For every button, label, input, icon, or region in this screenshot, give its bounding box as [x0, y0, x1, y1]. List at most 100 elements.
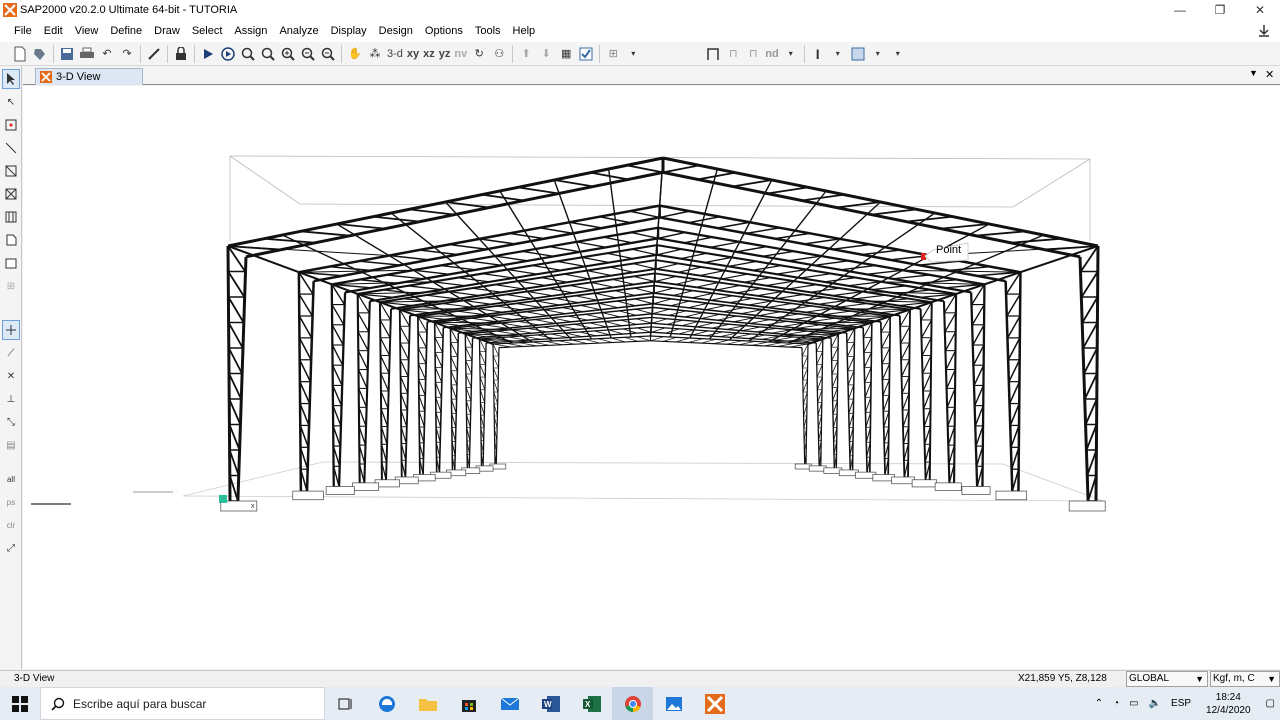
view-xy-button[interactable]: xy — [405, 48, 421, 60]
close-button[interactable]: ✕ — [1240, 0, 1280, 20]
section-cut-icon[interactable]: ⊞ — [603, 44, 623, 64]
clear-selection-icon[interactable]: clr — [2, 515, 20, 535]
chrome-icon[interactable] — [612, 687, 653, 720]
area-section-icon[interactable] — [848, 44, 868, 64]
snap-points-icon[interactable] — [2, 320, 20, 340]
draw-rect-area-icon[interactable] — [2, 253, 20, 273]
menu-edit[interactable]: Edit — [38, 20, 69, 42]
menu-file[interactable]: File — [8, 20, 38, 42]
check-icon[interactable] — [576, 44, 596, 64]
dropdown-arrow-icon[interactable]: ▾ — [828, 44, 848, 64]
menu-view[interactable]: View — [69, 20, 105, 42]
microsoft-store-icon[interactable] — [448, 687, 489, 720]
start-button[interactable] — [0, 687, 40, 720]
view-yz-button[interactable]: yz — [437, 48, 453, 60]
section-i-icon[interactable]: I — [808, 44, 828, 64]
zoom-restore-icon[interactable] — [258, 44, 278, 64]
draw-solid-icon[interactable]: ⊞ — [2, 276, 20, 296]
dropdown-arrow-icon[interactable]: ▾ — [888, 44, 908, 64]
excel-icon[interactable]: X — [571, 687, 612, 720]
menu-help[interactable]: Help — [507, 20, 542, 42]
menu-design[interactable]: Design — [373, 20, 419, 42]
dropdown-arrow-icon[interactable]: ▾ — [623, 44, 643, 64]
mail-icon[interactable] — [489, 687, 530, 720]
quick-draw-frame-icon[interactable] — [2, 161, 20, 181]
coordinate-system-select[interactable]: GLOBAL ▼ — [1126, 671, 1208, 687]
print-icon[interactable] — [77, 44, 97, 64]
run-analysis-icon[interactable] — [198, 44, 218, 64]
draw-secondary-beam-icon[interactable] — [2, 207, 20, 227]
zoom-in-icon[interactable] — [278, 44, 298, 64]
frame-release-icon[interactable]: ⊓ — [723, 44, 743, 64]
menu-draw[interactable]: Draw — [148, 20, 186, 42]
window-list-dropdown-icon[interactable]: ▼ — [1249, 68, 1258, 78]
rotate-icon[interactable]: ↻ — [469, 44, 489, 64]
structure-3d-view[interactable]: Point x — [23, 86, 1280, 669]
pan-icon[interactable]: ✋ — [345, 44, 365, 64]
file-explorer-icon[interactable] — [407, 687, 448, 720]
zoom-step-out-icon[interactable] — [318, 44, 338, 64]
zoom-out-icon[interactable] — [298, 44, 318, 64]
axis-icon[interactable]: ⁂ — [365, 44, 385, 64]
notifications-icon[interactable]: ▢ — [1266, 698, 1275, 709]
restore-button[interactable]: ❐ — [1200, 0, 1240, 20]
reshape-icon[interactable]: ↖ — [2, 92, 20, 112]
menu-analyze[interactable]: Analyze — [273, 20, 324, 42]
menu-display[interactable]: Display — [325, 20, 373, 42]
view-3d-button[interactable]: 3-d — [385, 48, 405, 60]
close-view-icon[interactable]: ✕ — [1265, 68, 1274, 81]
frame-moment-icon[interactable]: ⊓ — [743, 44, 763, 64]
menu-define[interactable]: Define — [104, 20, 148, 42]
chevron-up-icon[interactable]: ⌃ — [1095, 698, 1103, 709]
volume-icon[interactable]: 🔈 — [1149, 698, 1161, 709]
draw-frame-icon[interactable] — [2, 138, 20, 158]
new-model-icon[interactable] — [10, 44, 30, 64]
snap-grid-icon[interactable]: ▤ — [2, 435, 20, 455]
snap-lines-icon[interactable]: ⤡ — [2, 412, 20, 432]
draw-brace-icon[interactable] — [2, 184, 20, 204]
snap-perpendicular-icon[interactable]: ⊥ — [2, 389, 20, 409]
draw-point-icon[interactable] — [2, 115, 20, 135]
snap-ends-icon[interactable]: ⟋ — [2, 343, 20, 363]
move-down-icon[interactable]: ⬇ — [536, 44, 556, 64]
menu-options[interactable]: Options — [419, 20, 469, 42]
snap-intersection-icon[interactable]: ✕ — [2, 366, 20, 386]
run-animate-icon[interactable] — [218, 44, 238, 64]
view-nv-button[interactable]: nv — [452, 48, 469, 60]
edge-browser-icon[interactable] — [366, 687, 407, 720]
frame-icon[interactable] — [703, 44, 723, 64]
minimize-button[interactable]: — — [1160, 0, 1200, 20]
model-canvas[interactable]: Point x — [23, 86, 1280, 669]
menu-assign[interactable]: Assign — [228, 20, 273, 42]
wifi-icon[interactable]: ◔ — [1113, 698, 1119, 709]
sap2000-taskbar-icon[interactable] — [694, 687, 735, 720]
units-select[interactable]: Kgf, m, C ▼ — [1210, 671, 1280, 687]
draw-poly-area-icon[interactable] — [2, 230, 20, 250]
download-icon[interactable] — [1256, 22, 1272, 40]
undo-icon[interactable]: ↶ — [97, 44, 117, 64]
redo-icon[interactable]: ↷ — [117, 44, 137, 64]
move-up-icon[interactable]: ⬆ — [516, 44, 536, 64]
display-options-icon[interactable]: ▦ — [556, 44, 576, 64]
zoom-window-icon[interactable] — [238, 44, 258, 64]
tab-3d-view[interactable]: 3-D View — [35, 68, 143, 85]
refresh-icon[interactable] — [144, 44, 164, 64]
clock[interactable]: 18:24 12/4/2020 — [1206, 691, 1251, 717]
menu-select[interactable]: Select — [186, 20, 229, 42]
language-indicator[interactable]: ESP — [1171, 698, 1191, 709]
task-view-icon[interactable] — [325, 687, 366, 720]
taskbar-search-box[interactable]: Escribe aquí para buscar — [40, 687, 325, 720]
dropdown-arrow-icon[interactable]: ▾ — [868, 44, 888, 64]
word-icon[interactable]: W — [530, 687, 571, 720]
save-icon[interactable] — [57, 44, 77, 64]
intersecting-line-icon[interactable]: ⤢ — [2, 538, 20, 558]
battery-icon[interactable]: ▭ — [1129, 698, 1138, 709]
open-model-icon[interactable] — [30, 44, 50, 64]
view-xz-button[interactable]: xz — [421, 48, 437, 60]
nd-button[interactable]: nd — [763, 48, 780, 60]
previous-select-icon[interactable]: ps — [2, 492, 20, 512]
dropdown-arrow-icon[interactable]: ▾ — [781, 44, 801, 64]
perspective-icon[interactable]: ⚇ — [489, 44, 509, 64]
photos-icon[interactable] — [653, 687, 694, 720]
lock-icon[interactable] — [171, 44, 191, 64]
